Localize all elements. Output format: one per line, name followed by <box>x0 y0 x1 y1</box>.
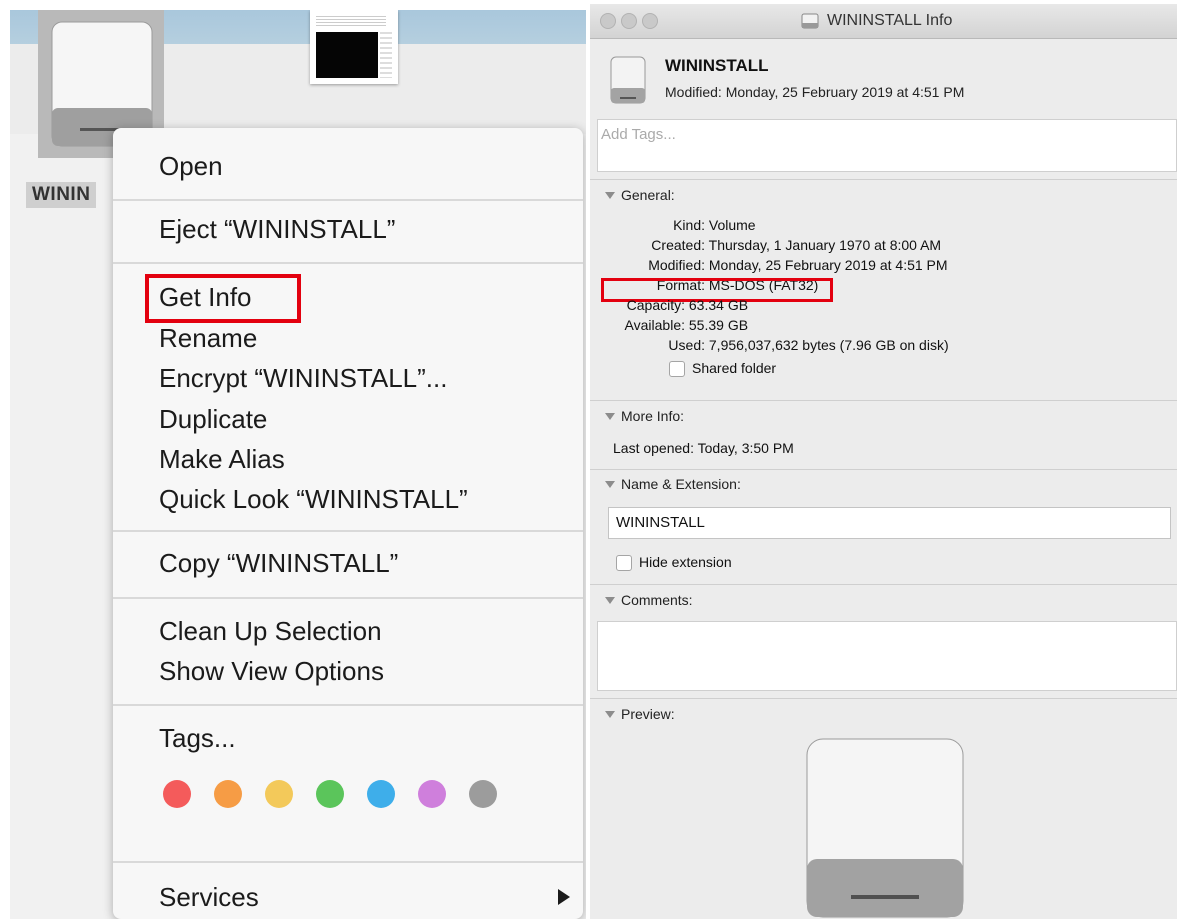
menu-separator <box>113 199 583 201</box>
general-row-available: Available: 55.39 GB <box>624 317 749 333</box>
tag-color-dot[interactable] <box>265 780 293 808</box>
finder-desktop: WININ Open Eject “WININSTALL” Get Info R… <box>10 10 586 919</box>
drive-header-icon <box>610 56 646 104</box>
menu-separator <box>113 861 583 863</box>
menu-separator <box>113 530 583 532</box>
comments-textarea[interactable] <box>597 621 1177 691</box>
menu-item-quick-look[interactable]: Quick Look “WININSTALL” <box>159 483 468 515</box>
tags-input[interactable]: Add Tags... <box>597 119 1177 172</box>
menu-separator <box>113 262 583 264</box>
menu-item-duplicate[interactable]: Duplicate <box>159 403 267 435</box>
context-menu: Open Eject “WININSTALL” Get Info Rename … <box>113 128 583 919</box>
menu-item-services[interactable]: Services <box>159 881 259 913</box>
menu-separator <box>113 597 583 599</box>
hide-extension-checkbox[interactable] <box>616 555 632 571</box>
tag-color-dot[interactable] <box>316 780 344 808</box>
disclosure-triangle-icon[interactable] <box>605 597 615 604</box>
modified-header: Modified: Monday, 25 February 2019 at 4:… <box>665 84 965 100</box>
disclosure-triangle-icon[interactable] <box>605 413 615 420</box>
section-divider <box>590 179 1177 180</box>
last-opened: Last opened: Today, 3:50 PM <box>613 440 794 456</box>
tag-color-dot[interactable] <box>163 780 191 808</box>
menu-separator <box>113 704 583 706</box>
disclosure-triangle-icon[interactable] <box>605 711 615 718</box>
section-more-info[interactable]: More Info: <box>605 408 684 424</box>
disclosure-triangle-icon[interactable] <box>605 192 615 199</box>
submenu-arrow-icon <box>558 889 570 905</box>
menu-item-make-alias[interactable]: Make Alias <box>159 443 285 475</box>
window-titlebar[interactable]: WININSTALL Info <box>590 4 1177 39</box>
hide-extension-label: Hide extension <box>639 554 732 570</box>
menu-item-open[interactable]: Open <box>159 150 223 182</box>
item-name-header: WININSTALL <box>665 56 769 75</box>
section-divider <box>590 469 1177 470</box>
menu-item-clean-up-selection[interactable]: Clean Up Selection <box>159 615 382 647</box>
section-comments[interactable]: Comments: <box>605 592 693 608</box>
tags-placeholder: Add Tags... <box>601 126 676 143</box>
get-info-highlight-box <box>145 274 301 323</box>
disclosure-triangle-icon[interactable] <box>605 481 615 488</box>
shared-folder-checkbox[interactable] <box>669 361 685 377</box>
tag-color-dot[interactable] <box>214 780 242 808</box>
section-name-extension[interactable]: Name & Extension: <box>605 476 741 492</box>
menu-item-copy[interactable]: Copy “WININSTALL” <box>159 547 398 579</box>
section-general[interactable]: General: <box>605 187 675 203</box>
menu-item-encrypt[interactable]: Encrypt “WININSTALL”... <box>159 362 447 394</box>
menu-item-tags[interactable]: Tags... <box>159 722 236 754</box>
shared-folder-label: Shared folder <box>692 360 777 376</box>
general-row-used: Used: 7,956,037,632 bytes (7.96 GB on di… <box>668 337 949 353</box>
general-row-capacity: Capacity: 63.34 GB <box>626 297 749 313</box>
section-preview[interactable]: Preview: <box>605 706 675 722</box>
drive-preview-icon <box>806 738 964 918</box>
window-title: WININSTALL Info <box>827 12 953 29</box>
menu-item-rename[interactable]: Rename <box>159 322 257 354</box>
menu-item-show-view-options[interactable]: Show View Options <box>159 655 384 687</box>
minimize-window-button[interactable] <box>621 13 637 29</box>
section-divider <box>590 698 1177 699</box>
tag-color-dot[interactable] <box>367 780 395 808</box>
general-row-created: Created: Thursday, 1 January 1970 at 8:0… <box>651 237 942 253</box>
drive-small-icon <box>801 13 819 29</box>
section-divider <box>590 400 1177 401</box>
general-row-kind: Kind: Volume <box>673 217 756 233</box>
general-row-modified: Modified: Monday, 25 February 2019 at 4:… <box>648 257 948 273</box>
section-divider <box>590 584 1177 585</box>
tag-color-dot[interactable] <box>469 780 497 808</box>
name-field[interactable]: WININSTALL <box>608 507 1171 539</box>
close-window-button[interactable] <box>600 13 616 29</box>
document-thumbnail[interactable] <box>310 10 398 84</box>
drive-icon-label[interactable]: WININ <box>26 182 97 208</box>
menu-item-eject[interactable]: Eject “WININSTALL” <box>159 213 395 245</box>
tag-color-dot[interactable] <box>418 780 446 808</box>
zoom-window-button[interactable] <box>642 13 658 29</box>
info-window: WININSTALL Info WININSTALL Modified: Mon… <box>590 4 1177 919</box>
